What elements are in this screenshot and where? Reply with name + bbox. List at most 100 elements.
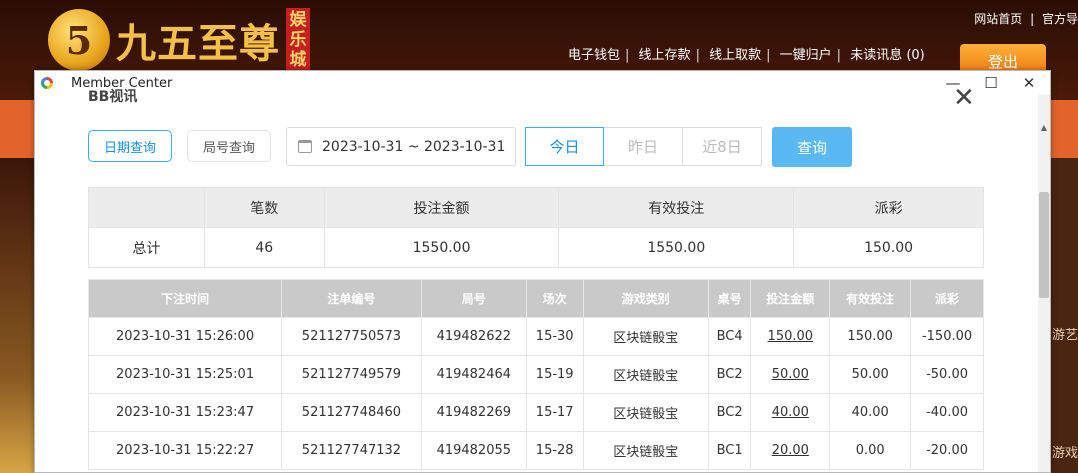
cell-game-type: 区块链骰宝 [582,431,709,470]
cell-bet-time: 2023-10-31 15:22:27 [87,431,283,470]
col-header-bet-id[interactable]: 注单编号 [281,279,422,318]
bet-detail-table: 下注时间 注单编号 局号 场次 游戏类别 桌号 投注金额 有效投注 派彩 202… [87,279,984,470]
nav-collect[interactable]: 一键归户 [780,48,832,63]
summary-header-row: 笔数 投注金额 有效投注 派彩 [88,187,984,228]
date-query-button[interactable]: 日期查询 [88,130,172,162]
maximize-button[interactable]: ☐ [972,71,1010,95]
browser-app-icon [41,77,53,89]
side-game-label[interactable]: 游艺 [1052,324,1078,343]
member-center-window: Member Center — ☐ ✕ BB视讯 ✕ 日期查询 局号查询 202… [34,70,1051,473]
cell-valid-bet: 50.00 [829,355,912,394]
cell-session: 15-19 [525,355,584,394]
cell-valid-bet: 40.00 [829,393,912,432]
logo-subtext: 娱 乐 城 [286,8,310,72]
col-header-bet-amount[interactable]: 投注金额 [750,279,831,318]
last-8-days-button[interactable]: 近8日 [683,127,762,166]
cell-bet-amount-link[interactable]: 40.00 [750,393,831,432]
summary-header-cell [88,187,205,228]
yesterday-button[interactable]: 昨日 [604,127,683,166]
summary-table: 笔数 投注金额 有效投注 派彩 总计 46 1550.00 1550.00 15… [88,187,984,268]
nav-wallet[interactable]: 电子钱包 [568,48,620,63]
nav-deposit[interactable]: 线上存款 [639,48,691,63]
link-official[interactable]: 官方导 [1042,12,1078,26]
table-row: 2023-10-31 15:25:01 521127749579 4194824… [87,355,984,394]
nav-messages[interactable]: 未读讯息 (0) [850,48,925,63]
summary-header-cell: 笔数 [203,187,325,228]
logo-text: 九五至尊 [116,20,280,67]
cell-bet-amount-link[interactable]: 50.00 [750,355,831,394]
today-button[interactable]: 今日 [525,127,604,166]
logo-sub-char: 乐 [289,30,307,50]
nav-sep: | [836,48,842,63]
summary-cell: 1550.00 [558,227,795,268]
cell-payout: -40.00 [910,393,984,432]
cell-session: 15-28 [525,431,584,470]
link-home[interactable]: 网站首页 [974,12,1022,26]
cell-table-no: BC2 [707,355,752,394]
cell-bet-id: 521127750573 [281,317,422,356]
cell-bet-id: 521127747132 [281,431,422,470]
vertical-scrollbar[interactable]: ▲ [1038,95,1050,472]
panel-title: BB视讯 [88,89,138,105]
cell-session: 15-30 [525,317,584,356]
summary-cell: 总计 [88,227,205,268]
nav-sep: | [625,48,630,63]
cell-game-type: 区块链骰宝 [582,317,709,356]
panel-close-icon[interactable]: ✕ [953,83,975,113]
col-header-table-no[interactable]: 桌号 [707,279,752,318]
cell-round-id: 419482622 [420,317,527,356]
cell-payout: -20.00 [910,431,984,470]
cell-payout: -150.00 [910,317,984,356]
background-art [0,158,34,473]
nav-band [1050,100,1078,158]
table-row: 2023-10-31 15:23:47 521127748460 4194822… [87,393,984,432]
side-game-label[interactable]: 游戏 [1052,442,1078,461]
table-row: 2023-10-31 15:26:00 521127750573 4194826… [87,317,984,356]
date-range-picker[interactable]: 2023-10-31 ~ 2023-10-31 [286,127,516,166]
scroll-thumb[interactable] [1039,192,1049,298]
round-query-button[interactable]: 局号查询 [187,130,271,162]
nav-band [0,100,34,158]
top-links: 网站首页 | 官方导 [970,10,1078,27]
col-header-session[interactable]: 场次 [525,279,584,318]
logo-badge: 5 [48,9,110,71]
logo-sub-char: 娱 [289,10,307,30]
detail-header-row: 下注时间 注单编号 局号 场次 游戏类别 桌号 投注金额 有效投注 派彩 [87,279,984,318]
cell-round-id: 419482269 [420,393,527,432]
cell-table-no: BC2 [707,393,752,432]
query-button[interactable]: 查询 [772,127,852,167]
close-window-button[interactable]: ✕ [1010,71,1048,95]
site-logo[interactable]: 5 九五至尊 娱 乐 城 [48,8,310,72]
nav-withdraw[interactable]: 线上取款 [709,48,761,63]
scroll-up-arrow-icon[interactable]: ▲ [1040,123,1048,132]
title-bar[interactable]: Member Center — ☐ ✕ [35,71,1050,95]
col-header-payout[interactable]: 派彩 [910,279,984,318]
cell-round-id: 419482055 [420,431,527,470]
content-area: BB视讯 ✕ 日期查询 局号查询 2023-10-31 ~ 2023-10-31… [35,83,1039,472]
cell-round-id: 419482464 [420,355,527,394]
cell-bet-amount-link[interactable]: 20.00 [750,431,831,470]
summary-cell: 150.00 [793,227,984,268]
cell-bet-time: 2023-10-31 15:25:01 [87,355,283,394]
nav-sep: | [695,48,700,63]
col-header-bet-time[interactable]: 下注时间 [87,279,283,318]
summary-cell: 46 [203,227,325,268]
summary-total-row: 总计 46 1550.00 1550.00 150.00 [88,227,984,268]
calendar-icon [298,140,312,153]
logo-sub-char: 城 [289,50,307,70]
summary-header-cell: 派彩 [793,187,984,228]
cell-table-no: BC1 [707,431,752,470]
cell-bet-time: 2023-10-31 15:23:47 [87,393,283,432]
col-header-valid-bet[interactable]: 有效投注 [829,279,912,318]
summary-header-cell: 有效投注 [558,187,795,228]
nav-sep: | [766,48,771,63]
cell-payout: -50.00 [910,355,984,394]
cell-bet-id: 521127748460 [281,393,422,432]
cell-bet-amount-link[interactable]: 150.00 [750,317,831,356]
col-header-game-type[interactable]: 游戏类别 [582,279,709,318]
summary-cell: 1550.00 [323,227,560,268]
cell-bet-time: 2023-10-31 15:26:00 [87,317,283,356]
cell-game-type: 区块链骰宝 [582,355,709,394]
date-range-value: 2023-10-31 ~ 2023-10-31 [322,138,506,155]
col-header-round-id[interactable]: 局号 [420,279,527,318]
